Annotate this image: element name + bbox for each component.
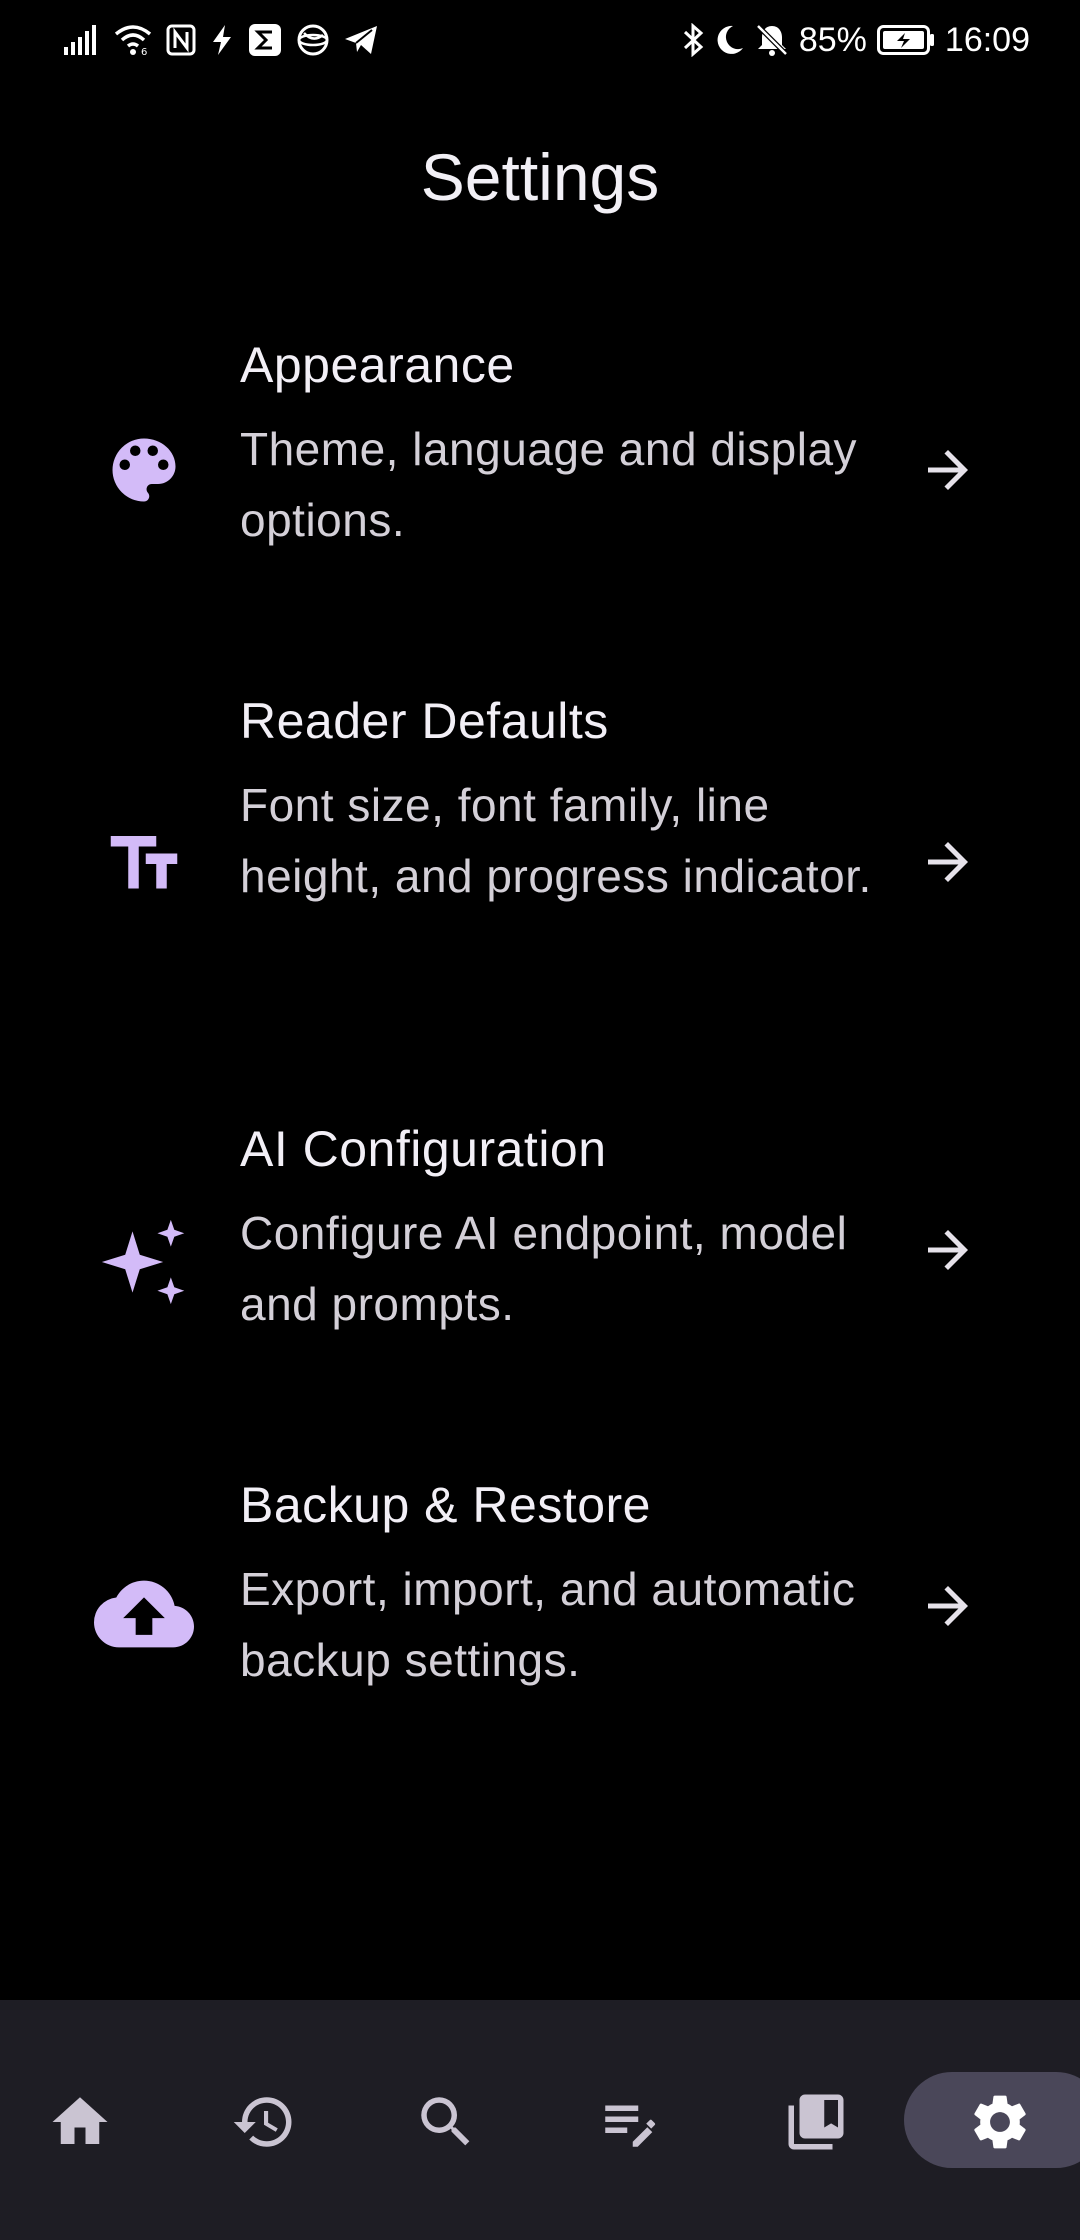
arrow-right-icon[interactable]	[918, 1576, 978, 1636]
clock-time: 16:09	[944, 21, 1030, 59]
settings-item-text: AI Configuration Configure AI endpoint, …	[240, 1114, 890, 1340]
settings-item-text: Reader Defaults Font size, font family, …	[240, 686, 890, 912]
arrow-right-icon[interactable]	[918, 1220, 978, 1280]
battery-charging-icon	[876, 25, 935, 55]
signal-icon	[64, 25, 100, 55]
settings-item-description: Theme, language and display options.	[240, 423, 858, 546]
status-bar: 6 85% 16:09	[0, 0, 1080, 80]
bluetooth-icon	[683, 23, 705, 57]
settings-item-appearance[interactable]: Appearance Theme, language and display o…	[0, 330, 1080, 620]
telegram-icon	[344, 25, 378, 55]
home-icon[interactable]	[30, 2072, 130, 2172]
settings-item-title: AI Configuration	[240, 1121, 607, 1177]
battery-percent: 85%	[798, 21, 867, 59]
settings-item-text: Appearance Theme, language and display o…	[240, 330, 890, 556]
arrow-right-icon[interactable]	[918, 832, 978, 892]
palette-icon	[92, 418, 196, 522]
settings-item-reader-defaults[interactable]: Reader Defaults Font size, font family, …	[0, 686, 1080, 1036]
wifi-icon: 6	[114, 24, 152, 56]
settings-item-title: Backup & Restore	[240, 1477, 651, 1533]
status-bar-right: 85% 16:09	[683, 18, 1030, 62]
settings-item-description: Export, import, and automatic backup set…	[240, 1563, 856, 1686]
settings-item-title: Reader Defaults	[240, 693, 609, 749]
notes-edit-icon[interactable]	[580, 2072, 680, 2172]
history-icon[interactable]	[214, 2072, 314, 2172]
cloud-upload-icon	[92, 1562, 196, 1666]
settings-item-description: Configure AI endpoint, model and prompts…	[240, 1207, 848, 1330]
arrow-right-icon[interactable]	[918, 440, 978, 500]
sigma-app-icon	[248, 23, 282, 57]
settings-item-text: Backup & Restore Export, import, and aut…	[240, 1470, 890, 1696]
settings-item-ai-configuration[interactable]: AI Configuration Configure AI endpoint, …	[0, 1114, 1080, 1404]
do-not-disturb-moon-icon	[715, 24, 745, 56]
settings-item-description: Font size, font family, line height, and…	[240, 779, 872, 902]
bottom-navigation-bar	[0, 2000, 1080, 2240]
muted-bell-icon	[755, 23, 789, 57]
text-size-icon	[92, 812, 196, 916]
nfc-icon	[166, 24, 196, 56]
page-title: Settings	[420, 140, 660, 214]
flash-icon	[210, 24, 234, 56]
settings-item-backup-restore[interactable]: Backup & Restore Export, import, and aut…	[0, 1470, 1080, 1760]
status-bar-left: 6	[64, 18, 378, 62]
globe-app-icon	[296, 23, 330, 57]
sparkles-icon	[92, 1210, 196, 1314]
library-icon[interactable]	[766, 2072, 866, 2172]
search-icon[interactable]	[396, 2072, 496, 2172]
settings-item-title: Appearance	[240, 337, 515, 393]
settings-gear-icon[interactable]	[950, 2072, 1050, 2172]
svg-text:6: 6	[141, 47, 147, 56]
